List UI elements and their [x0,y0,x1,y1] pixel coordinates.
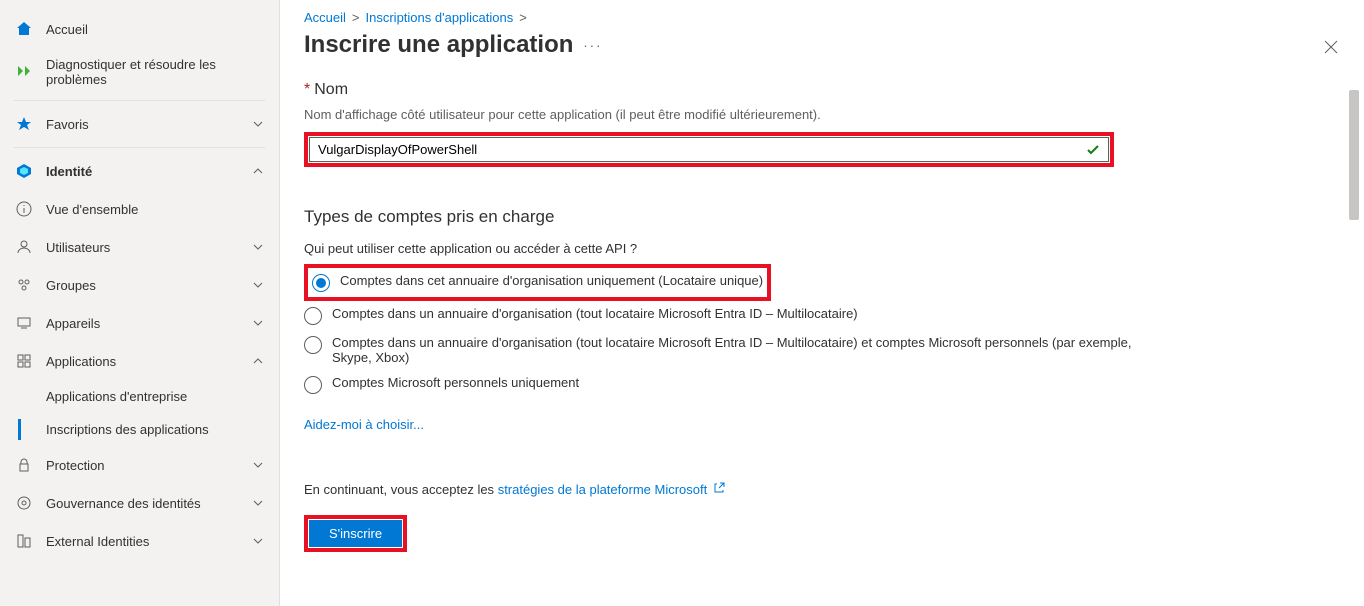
sidebar-app-registrations-label: Inscriptions des applications [46,422,265,437]
sidebar: Accueil Diagnostiquer et résoudre les pr… [0,0,280,606]
close-button[interactable] [1324,40,1338,54]
chevron-down-icon [251,117,265,131]
name-label: *Nom [304,81,1340,99]
breadcrumb-home[interactable]: Accueil [304,10,346,25]
chevron-down-icon [251,458,265,472]
identity-icon [14,161,34,181]
apps-icon [14,351,34,371]
sidebar-identity[interactable]: Identité [0,152,279,190]
breadcrumb-sep: > [519,10,527,25]
sidebar-diagnose-label: Diagnostiquer et résoudre les problèmes [46,57,265,87]
sidebar-devices[interactable]: Appareils [0,304,279,342]
page-title: Inscrire une application [304,31,573,59]
account-types-sub: Qui peut utiliser cette application ou a… [304,241,1340,256]
breadcrumb-sep: > [352,10,360,25]
consent-prefix: En continuant, vous acceptez les [304,482,498,497]
highlight-name-input [304,132,1114,167]
users-icon [14,237,34,257]
external-icon [14,531,34,551]
platform-policies-link[interactable]: stratégies de la plateforme Microsoft [498,482,708,497]
account-type-opt4[interactable]: Comptes Microsoft personnels uniquement [304,370,1340,399]
sidebar-enterprise-apps[interactable]: Applications d'entreprise [0,380,279,413]
sidebar-users-label: Utilisateurs [46,240,251,255]
register-button[interactable]: S'inscrire [309,520,402,547]
house-icon [14,19,34,39]
scrollbar[interactable] [1346,80,1362,606]
sidebar-identity-label: Identité [46,164,251,179]
name-label-text: Nom [314,81,348,98]
page-header: Inscrire une application ··· [280,25,1364,71]
governance-icon [14,493,34,513]
sidebar-devices-label: Appareils [46,316,251,331]
sidebar-protection-label: Protection [46,458,251,473]
consent-text: En continuant, vous acceptez les stratég… [304,482,1340,497]
breadcrumb: Accueil > Inscriptions d'applications > [280,0,1364,25]
star-icon [14,114,34,134]
highlight-register-button: S'inscrire [304,515,407,552]
check-icon [1086,143,1100,157]
radio-icon[interactable] [304,336,322,354]
sidebar-enterprise-apps-label: Applications d'entreprise [46,389,265,404]
name-input-wrap [309,137,1109,162]
content-area: *Nom Nom d'affichage côté utilisateur po… [280,71,1364,606]
chevron-down-icon [251,496,265,510]
account-type-opt1[interactable]: Comptes dans cet annuaire d'organisation… [312,268,763,297]
chevron-down-icon [251,316,265,330]
chevron-up-icon [251,354,265,368]
sidebar-governance-label: Gouvernance des identités [46,496,251,511]
active-indicator [18,419,21,440]
app-name-input[interactable] [318,142,1086,157]
account-type-opt2[interactable]: Comptes dans un annuaire d'organisation … [304,301,1340,330]
lock-icon [14,455,34,475]
devices-icon [14,313,34,333]
chevron-up-icon [251,164,265,178]
sidebar-protection[interactable]: Protection [0,446,279,484]
external-link-icon [713,482,725,497]
radio-icon[interactable] [304,307,322,325]
main: Accueil > Inscriptions d'applications > … [280,0,1364,606]
opt2-label: Comptes dans un annuaire d'organisation … [332,306,858,321]
chevron-down-icon [251,240,265,254]
sidebar-app-registrations[interactable]: Inscriptions des applications [0,413,279,446]
sidebar-favorites-label: Favoris [46,117,251,132]
sidebar-overview[interactable]: Vue d'ensemble [0,190,279,228]
sidebar-diagnose[interactable]: Diagnostiquer et résoudre les problèmes [0,48,279,96]
opt3-label: Comptes dans un annuaire d'organisation … [332,335,1172,365]
sidebar-home-label: Accueil [46,22,265,37]
account-type-opt3[interactable]: Comptes dans un annuaire d'organisation … [304,330,1340,370]
more-menu[interactable]: ··· [583,38,602,53]
opt1-label: Comptes dans cet annuaire d'organisation… [340,273,763,288]
info-icon [14,199,34,219]
radio-icon[interactable] [304,376,322,394]
sidebar-groups-label: Groupes [46,278,251,293]
breadcrumb-appregs[interactable]: Inscriptions d'applications [366,10,514,25]
account-types-title: Types de comptes pris en charge [304,207,1340,227]
sidebar-governance[interactable]: Gouvernance des identités [0,484,279,522]
opt4-label: Comptes Microsoft personnels uniquement [332,375,579,390]
sidebar-external[interactable]: External Identities [0,522,279,560]
divider [14,100,265,101]
sidebar-home[interactable]: Accueil [0,10,279,48]
groups-icon [14,275,34,295]
sidebar-users[interactable]: Utilisateurs [0,228,279,266]
sidebar-favorites[interactable]: Favoris [0,105,279,143]
sidebar-overview-label: Vue d'ensemble [46,202,265,217]
sidebar-applications[interactable]: Applications [0,342,279,380]
divider [14,147,265,148]
sidebar-applications-label: Applications [46,354,251,369]
highlight-radio-1: Comptes dans cet annuaire d'organisation… [304,264,771,301]
chevron-down-icon [251,278,265,292]
sidebar-groups[interactable]: Groupes [0,266,279,304]
diagnose-icon [14,62,34,82]
sidebar-external-label: External Identities [46,534,251,549]
radio-icon[interactable] [312,274,330,292]
required-indicator: * [304,81,310,98]
chevron-down-icon [251,534,265,548]
name-help: Nom d'affichage côté utilisateur pour ce… [304,107,1340,122]
help-me-choose-link[interactable]: Aidez-moi à choisir... [304,417,424,432]
scrollbar-thumb[interactable] [1349,90,1359,220]
